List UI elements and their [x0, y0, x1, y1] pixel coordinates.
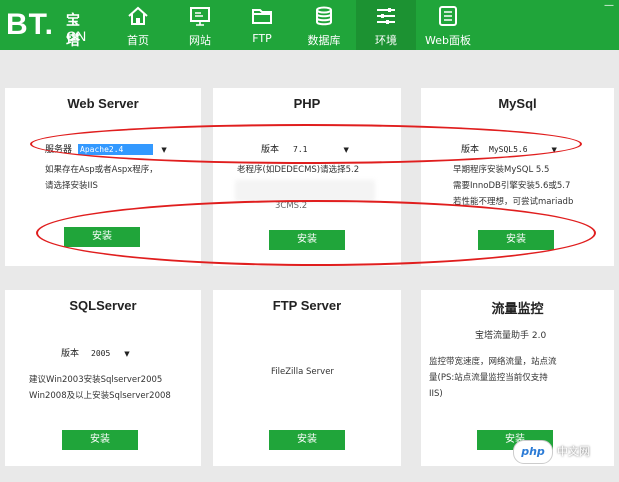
mysql-title: MySql [498, 96, 537, 111]
nav-web-panel-label: Web面板 [425, 34, 471, 47]
nav-database-label: 数据库 [307, 34, 341, 47]
php-version-select[interactable]: 版本 7.1 ▼ [261, 142, 349, 155]
php-title: PHP [293, 96, 321, 111]
mysql-install-button[interactable]: 安装 [478, 230, 554, 250]
ftp-server-title: FTP Server [272, 298, 342, 313]
php-desc-tail: 3CMS.2 [275, 201, 308, 211]
chevron-down-icon: ▼ [161, 146, 167, 154]
database-icon [316, 6, 332, 26]
web-server-desc: 如果存在Asp或者Aspx程序， 请选择安装IIS [45, 165, 158, 191]
card-mysql: MySql 版本 MySQL5.6 ▼ 早期程序安装MySQL 5.5 需要Inno… [421, 88, 614, 266]
logo-cn-bottom: CN [66, 28, 87, 44]
nav-website-label: 网站 [189, 34, 211, 47]
web-server-title: Web Server [67, 96, 139, 111]
card-sqlserver: SQLServer 版本 2005 ▼ 建议Win2003安装Sqlserver20… [5, 290, 201, 466]
card-web-server: Web Server 服务器 Apache2.4 ▼ 如果存在Asp或者Aspx程序… [5, 88, 201, 266]
web-server-select-value: Apache2.4 [78, 144, 154, 155]
top-nav-bar: BT. 宝塔 CN 首页 网站 FTP 数据库 环境 Web面板 — [0, 0, 619, 50]
chevron-down-icon: ▼ [124, 350, 130, 358]
watermark-text: 中文网 [557, 445, 590, 458]
mysql-select-value: MySQL5.6 [489, 145, 528, 154]
traffic-monitor-title: 流量监控 [491, 301, 544, 316]
sqlserver-desc: 建议Win2003安装Sqlserver2005 Win2008及以上安装Sql… [29, 375, 171, 401]
sqlserver-install-button[interactable]: 安装 [62, 430, 138, 450]
window-control-icon[interactable]: — [599, 0, 619, 12]
nav-home-label: 首页 [127, 34, 149, 47]
site-watermark: php 中文网 [513, 440, 605, 464]
php-install-button[interactable]: 安装 [269, 230, 345, 250]
mysql-version-select[interactable]: 版本 MySQL5.6 ▼ [461, 142, 557, 155]
watermark-pill: php [513, 440, 553, 464]
nav-website[interactable]: 网站 [170, 0, 230, 50]
monitor-icon [190, 7, 210, 26]
chevron-down-icon: ▼ [551, 146, 557, 154]
home-icon [128, 6, 148, 25]
chevron-down-icon: ▼ [343, 146, 349, 154]
sqlserver-select-value: 2005 [91, 349, 111, 358]
ftp-server-desc: FileZilla Server [271, 367, 334, 377]
php-desc: 老程序(如DEDECMS)请选择5.2 [237, 165, 360, 175]
logo-text: BT. [6, 8, 54, 41]
card-ftp-server: FTP Server FileZilla Server 安装 [213, 290, 401, 466]
card-php: PHP 版本 7.1 ▼ 老程序(如DEDECMS)请选择5.2 3CMS.2 安装 [213, 88, 401, 266]
web-server-install-button[interactable]: 安装 [64, 227, 140, 247]
php-select-label: 版本 [261, 145, 280, 155]
web-server-select[interactable]: 服务器 Apache2.4 ▼ [45, 142, 167, 155]
mysql-desc: 早期程序安装MySQL 5.5 需要InnoDB引擎安装5.6或5.7 若性能不… [453, 165, 574, 207]
nav-home[interactable]: 首页 [108, 0, 168, 50]
mysql-select-label: 版本 [461, 145, 480, 155]
nav-ftp[interactable]: FTP [232, 0, 292, 50]
nav-ftp-label: FTP [252, 32, 272, 45]
nav-environment[interactable]: 环境 [356, 0, 416, 50]
web-server-select-label: 服务器 [45, 145, 73, 155]
nav-environment-label: 环境 [375, 34, 397, 47]
sqlserver-version-select[interactable]: 版本 2005 ▼ [61, 346, 130, 359]
ftp-server-install-button[interactable]: 安装 [269, 430, 345, 450]
traffic-monitor-subtitle: 宝塔流量助手 2.0 [475, 331, 547, 341]
traffic-monitor-desc: 监控带宽速度，网络流量，站点流 量(PS:站点流量监控当前仅支持 IIS) [429, 357, 557, 399]
sqlserver-select-label: 版本 [61, 349, 80, 359]
nav-web-panel[interactable]: Web面板 [418, 0, 478, 50]
php-select-value: 7.1 [293, 145, 308, 154]
sqlserver-title: SQLServer [69, 298, 137, 313]
nav-database[interactable]: 数据库 [294, 0, 354, 50]
folder-icon [252, 9, 272, 24]
panel-list-icon [439, 6, 457, 26]
sliders-icon [377, 8, 395, 24]
